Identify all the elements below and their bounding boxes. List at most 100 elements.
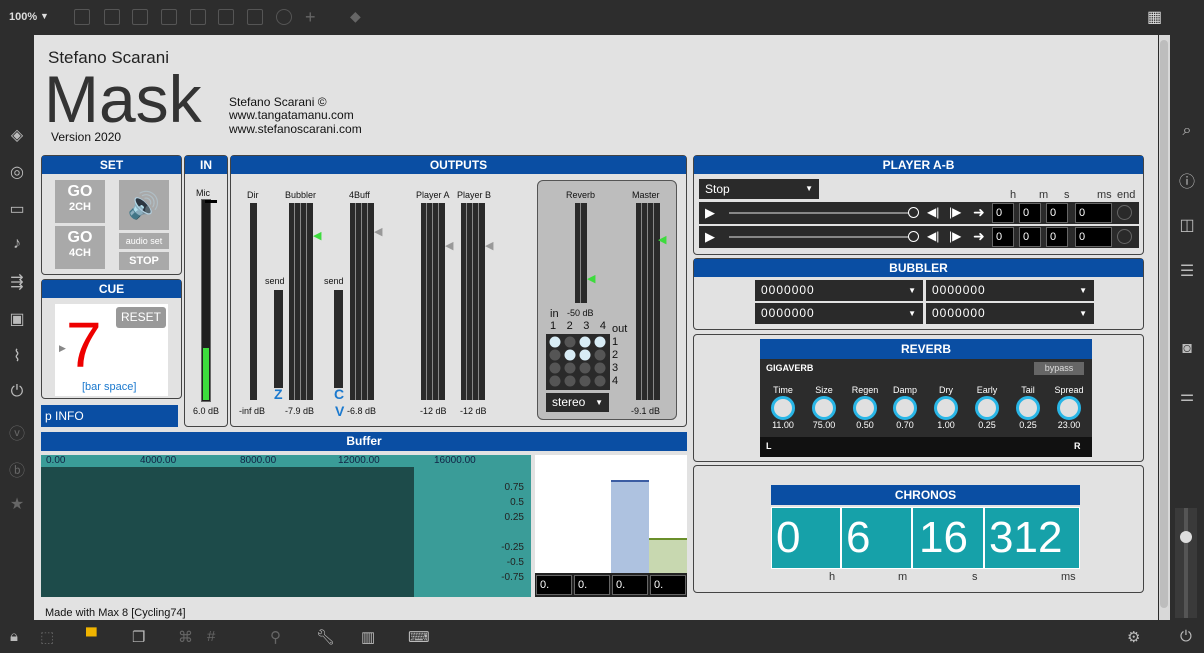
arrow-right-icon[interactable]: ➜ <box>973 204 985 221</box>
dial-icon[interactable] <box>276 9 292 25</box>
fourbuff-meter[interactable] <box>350 203 374 400</box>
volume-slider[interactable] <box>1175 508 1197 618</box>
link-icon[interactable]: ⌘ <box>178 628 193 646</box>
play-icon[interactable]: ▶ <box>705 205 715 221</box>
plug-icon[interactable]: ⏻ <box>0 383 34 401</box>
fourbuff-send-meter[interactable] <box>334 290 343 388</box>
reverb-knob-dry[interactable]: Dry 1.00 <box>927 385 965 430</box>
grid-icon[interactable]: # <box>207 628 215 645</box>
mic-gain-handle[interactable] <box>205 200 217 205</box>
plus-icon[interactable]: + <box>305 7 316 28</box>
target-icon[interactable] <box>190 9 206 25</box>
bubbler-field-3[interactable]: 0000000 ▼ <box>755 303 923 324</box>
master-level-arrow[interactable]: ◀ <box>658 233 666 246</box>
player-a-position-slider[interactable] <box>729 212 915 214</box>
keyboard-icon[interactable]: ⌨ <box>408 628 430 646</box>
volume-handle[interactable] <box>1180 531 1192 543</box>
player-b-ms[interactable]: 0 <box>1075 227 1112 247</box>
b-icon[interactable]: ⓑ <box>0 457 34 481</box>
box-icon[interactable] <box>161 9 177 25</box>
reverb-knob-damp[interactable]: Damp 0.70 <box>886 385 924 430</box>
audio-set-button[interactable]: audio set <box>119 233 169 249</box>
mic-meter[interactable] <box>201 199 211 402</box>
route-icon[interactable]: ⇶ <box>0 272 34 292</box>
pinfo-button[interactable]: p INFO <box>41 405 178 427</box>
windows-icon[interactable]: ❐ <box>132 628 145 646</box>
list-icon[interactable]: ☰ <box>1170 261 1204 281</box>
reverb-knob-time[interactable]: Time 11.00 <box>764 385 802 430</box>
presentation-icon[interactable] <box>74 9 90 25</box>
player-a-position-handle[interactable] <box>908 207 919 218</box>
knob-dial-icon[interactable] <box>1016 396 1040 420</box>
bar-value-1[interactable]: 0. <box>536 575 572 595</box>
cursor-icon[interactable]: ⬚ <box>40 628 54 646</box>
player-b-meter[interactable] <box>461 203 485 400</box>
knob-dial-icon[interactable] <box>853 396 877 420</box>
lock-icon[interactable]: 🔒︎ <box>10 628 18 645</box>
bar-value-2[interactable]: 0. <box>574 575 610 595</box>
comment-icon[interactable] <box>104 9 120 25</box>
go-2ch-button[interactable]: GO 2CH <box>55 180 105 223</box>
player-a-h[interactable]: 0 <box>992 203 1014 223</box>
v-icon[interactable]: ⓥ <box>0 420 34 444</box>
player-b-position-slider[interactable] <box>729 236 915 238</box>
reverb-knob-tail[interactable]: Tail 0.25 <box>1009 385 1047 430</box>
reset-button[interactable]: RESET <box>116 307 166 328</box>
player-a-meter[interactable] <box>421 203 445 400</box>
arrow-right-icon[interactable]: ➜ <box>973 228 985 245</box>
speech-icon[interactable] <box>132 9 148 25</box>
star-icon[interactable]: ★ <box>0 494 34 514</box>
knob-dial-icon[interactable] <box>1057 396 1081 420</box>
grid-icon[interactable]: ▦ <box>1147 7 1162 27</box>
reverb-knob-spread[interactable]: Spread 23.00 <box>1050 385 1088 430</box>
clip-icon[interactable]: ⌇ <box>0 346 34 366</box>
reverb-meter[interactable] <box>575 203 587 303</box>
knob-dial-icon[interactable] <box>934 396 958 420</box>
comment-icon[interactable]: ▀ <box>86 628 97 645</box>
scrollbar-thumb[interactable] <box>1160 40 1168 608</box>
go-4ch-button[interactable]: GO 4CH <box>55 226 105 269</box>
bubbler-level-arrow[interactable]: ◀ <box>313 229 321 242</box>
routing-matrix[interactable] <box>546 334 610 390</box>
bubbler-field-1[interactable]: 0000000 ▼ <box>755 280 923 301</box>
rewind-icon[interactable]: ◀| <box>927 229 939 243</box>
player-b-position-handle[interactable] <box>908 231 919 242</box>
stereo-dropdown[interactable]: stereo ▼ <box>546 393 609 412</box>
gear-icon[interactable]: ⚙ <box>1127 628 1140 646</box>
player-mode-dropdown[interactable]: Stop ▼ <box>699 179 819 199</box>
stop-button[interactable]: STOP <box>119 252 169 270</box>
c-label[interactable]: C <box>334 386 344 402</box>
image-icon[interactable]: ▣ <box>0 309 34 329</box>
master-meter[interactable] <box>636 203 660 400</box>
piano-icon[interactable]: ▥ <box>361 628 375 646</box>
search-icon[interactable]: ⌕ <box>1170 122 1204 140</box>
buffer-selection[interactable] <box>41 467 414 597</box>
forward-icon[interactable]: |▶ <box>949 229 961 243</box>
player-a-level-arrow[interactable]: ◀ <box>445 239 453 252</box>
bubbler-meter[interactable] <box>289 203 313 400</box>
player-b-m[interactable]: 0 <box>1019 227 1041 247</box>
multislider-bar-3[interactable] <box>611 480 649 573</box>
bubbler-field-2[interactable]: 0000000 ▼ <box>926 280 1094 301</box>
cue-arrow-icon[interactable]: ▶ <box>59 343 66 354</box>
player-b-h[interactable]: 0 <box>992 227 1014 247</box>
dir-meter[interactable] <box>250 203 257 400</box>
bubbler-field-4[interactable]: 0000000 ▼ <box>926 303 1094 324</box>
info-icon[interactable]: ⓘ <box>1170 168 1204 192</box>
player-a-s[interactable]: 0 <box>1046 203 1068 223</box>
rewind-icon[interactable]: ◀| <box>927 205 939 219</box>
zoom-select[interactable]: 100% <box>9 11 37 23</box>
speaker-icon[interactable]: 🔊 <box>119 180 169 230</box>
pin-icon[interactable]: ⚲ <box>270 628 281 646</box>
buffer-waveform[interactable] <box>41 455 531 597</box>
cube-icon[interactable]: ◈ <box>0 125 34 145</box>
player-a-ms[interactable]: 0 <box>1075 203 1112 223</box>
knob-dial-icon[interactable] <box>812 396 836 420</box>
bubbler-send-meter[interactable] <box>274 290 283 388</box>
play-icon[interactable]: ▶ <box>705 229 715 245</box>
bus-icon[interactable]: ▭ <box>0 199 34 219</box>
player-b-s[interactable]: 0 <box>1046 227 1068 247</box>
target-icon[interactable]: ◎ <box>0 162 34 182</box>
chevron-down-icon[interactable]: ▼ <box>40 11 49 21</box>
power-icon[interactable]: ⏻ <box>1180 628 1192 645</box>
